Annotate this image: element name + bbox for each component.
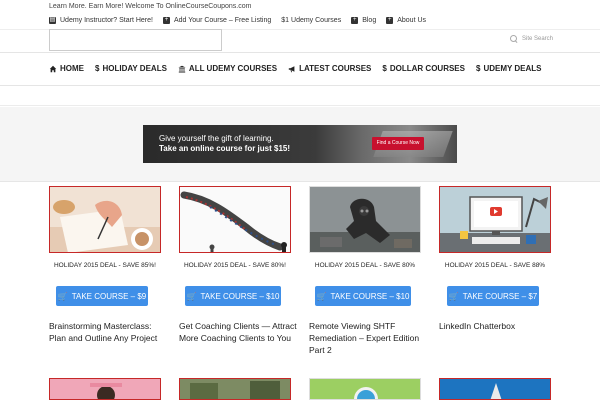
nav-item-latest-courses[interactable]: LATEST COURSES — [288, 64, 371, 73]
gas-mask-figure-image — [310, 187, 420, 252]
top-link-instructor[interactable]: ▤ Udemy Instructor? Start Here! — [49, 15, 153, 25]
nav-item-label: HOME — [60, 64, 84, 73]
site-logo[interactable] — [49, 29, 222, 51]
deal-label: HOLIDAY 2015 DEAL - SAVE 88% — [444, 262, 546, 269]
banner-band: Give yourself the gift of learning. Take… — [0, 107, 600, 182]
deal-label: HOLIDAY 2015 DEAL - SAVE 80% — [314, 262, 416, 269]
megaphone-icon — [288, 65, 295, 72]
course-thumbnail[interactable] — [309, 378, 421, 400]
deal-label: HOLIDAY 2015 DEAL - SAVE 85%! — [53, 262, 156, 269]
take-course-button[interactable]: 🛒 TAKE COURSE – $10 — [185, 286, 281, 306]
nav-item-dollar-courses[interactable]: $ DOLLAR COURSES — [382, 64, 465, 73]
course-thumbnail[interactable] — [49, 186, 161, 253]
top-link-label: Udemy Instructor? Start Here! — [60, 16, 153, 24]
course-thumbnail[interactable] — [49, 378, 161, 400]
take-course-label: TAKE COURSE – $7 — [462, 291, 538, 301]
take-course-label: TAKE COURSE – $10 — [200, 291, 280, 301]
dollar-icon: $ — [475, 64, 481, 73]
site-header: Site Search — [0, 29, 600, 52]
outdoor-scene-image — [180, 379, 290, 399]
top-link-dollar-courses[interactable]: $1 Udemy Courses — [281, 15, 341, 25]
crowd-queue-image — [180, 187, 290, 252]
nav-item-label: LATEST COURSES — [299, 64, 372, 73]
find-course-button[interactable]: Find a Course Now — [372, 137, 424, 150]
top-link-label: Add Your Course – Free Listing — [173, 16, 272, 24]
cart-icon: 🛒 — [57, 291, 68, 301]
top-links: ▤ Udemy Instructor? Start Here! + Add Yo… — [49, 15, 426, 25]
blue-graphic-image — [440, 379, 550, 399]
course-title[interactable]: Remote Viewing SHTF Remediation – Expert… — [309, 320, 429, 356]
nav-item-label: ALL UDEMY COURSES — [188, 64, 278, 73]
top-link-label: About Us — [397, 16, 427, 24]
banner-subheadline: Take an online course for just $15! — [159, 144, 290, 153]
plus-square-icon: + — [386, 16, 394, 24]
nav-item-label: UDEMY DEALS — [483, 64, 542, 73]
top-link-about[interactable]: + About Us — [386, 15, 426, 25]
institution-icon — [178, 65, 186, 72]
nav-item-holiday-deals[interactable]: $ HOLIDAY DEALS — [95, 64, 167, 73]
course-thumbnail[interactable] — [309, 186, 421, 253]
badge-logo-image — [310, 379, 420, 399]
cart-icon: 🛒 — [186, 291, 197, 301]
course-title[interactable]: Brainstorming Masterclass: Plan and Outl… — [49, 320, 169, 344]
spacer-strip — [0, 86, 600, 106]
desk-computer-image — [440, 187, 550, 252]
deal-label: HOLIDAY 2015 DEAL - SAVE 80%! — [183, 262, 286, 269]
top-bar: Learn More. Earn More! Welcome To Online… — [0, 0, 600, 30]
take-course-label: TAKE COURSE – $9 — [71, 291, 147, 301]
document-icon: ▤ — [49, 16, 56, 24]
nav-item-home[interactable]: HOME — [49, 64, 84, 73]
cart-icon: 🛒 — [316, 291, 327, 301]
banner-headline: Give yourself the gift of learning. — [159, 134, 274, 143]
cart-icon: 🛒 — [448, 291, 459, 301]
promo-banner[interactable]: Give yourself the gift of learning. Take… — [143, 125, 457, 163]
dollar-icon: $ — [382, 64, 387, 73]
course-thumbnail[interactable] — [439, 186, 551, 253]
course-thumbnail[interactable] — [439, 378, 551, 400]
site-tagline: Learn More. Earn More! Welcome To Online… — [49, 3, 252, 10]
take-course-button[interactable]: 🛒 TAKE COURSE – $7 — [447, 286, 539, 306]
dollar-icon: $ — [95, 64, 100, 73]
writing-notebook-image — [50, 187, 160, 252]
top-link-blog[interactable]: + Blog — [351, 15, 376, 25]
course-thumbnail[interactable] — [179, 186, 291, 253]
plus-square-icon: + — [162, 16, 170, 24]
site-search[interactable]: Site Search — [510, 35, 553, 43]
top-link-label: Blog — [362, 16, 377, 24]
take-course-button[interactable]: 🛒 TAKE COURSE – $10 — [315, 286, 411, 306]
top-link-label: $1 Udemy Courses — [281, 16, 342, 24]
plus-square-icon: + — [351, 16, 359, 24]
nav-item-all-udemy-courses[interactable]: ALL UDEMY COURSES — [178, 64, 277, 73]
main-nav: HOME $ HOLIDAY DEALS ALL UDEMY COURSES L… — [0, 52, 600, 86]
person-portrait-image — [90, 383, 122, 399]
take-course-button[interactable]: 🛒 TAKE COURSE – $9 — [56, 286, 148, 306]
top-link-add-course[interactable]: + Add Your Course – Free Listing — [162, 15, 272, 25]
course-title[interactable]: LinkedIn Chatterbox — [439, 320, 559, 332]
nav-item-udemy-deals[interactable]: $ UDEMY DEALS — [476, 64, 542, 73]
take-course-label: TAKE COURSE – $10 — [330, 291, 410, 301]
home-icon — [49, 65, 57, 72]
search-icon — [510, 35, 518, 43]
nav-item-label: DOLLAR COURSES — [389, 64, 465, 73]
search-placeholder: Site Search — [522, 36, 554, 42]
course-thumbnail[interactable] — [179, 378, 291, 400]
nav-item-label: HOLIDAY DEALS — [102, 64, 167, 73]
course-title[interactable]: Get Coaching Clients — Attract More Coac… — [179, 320, 299, 344]
